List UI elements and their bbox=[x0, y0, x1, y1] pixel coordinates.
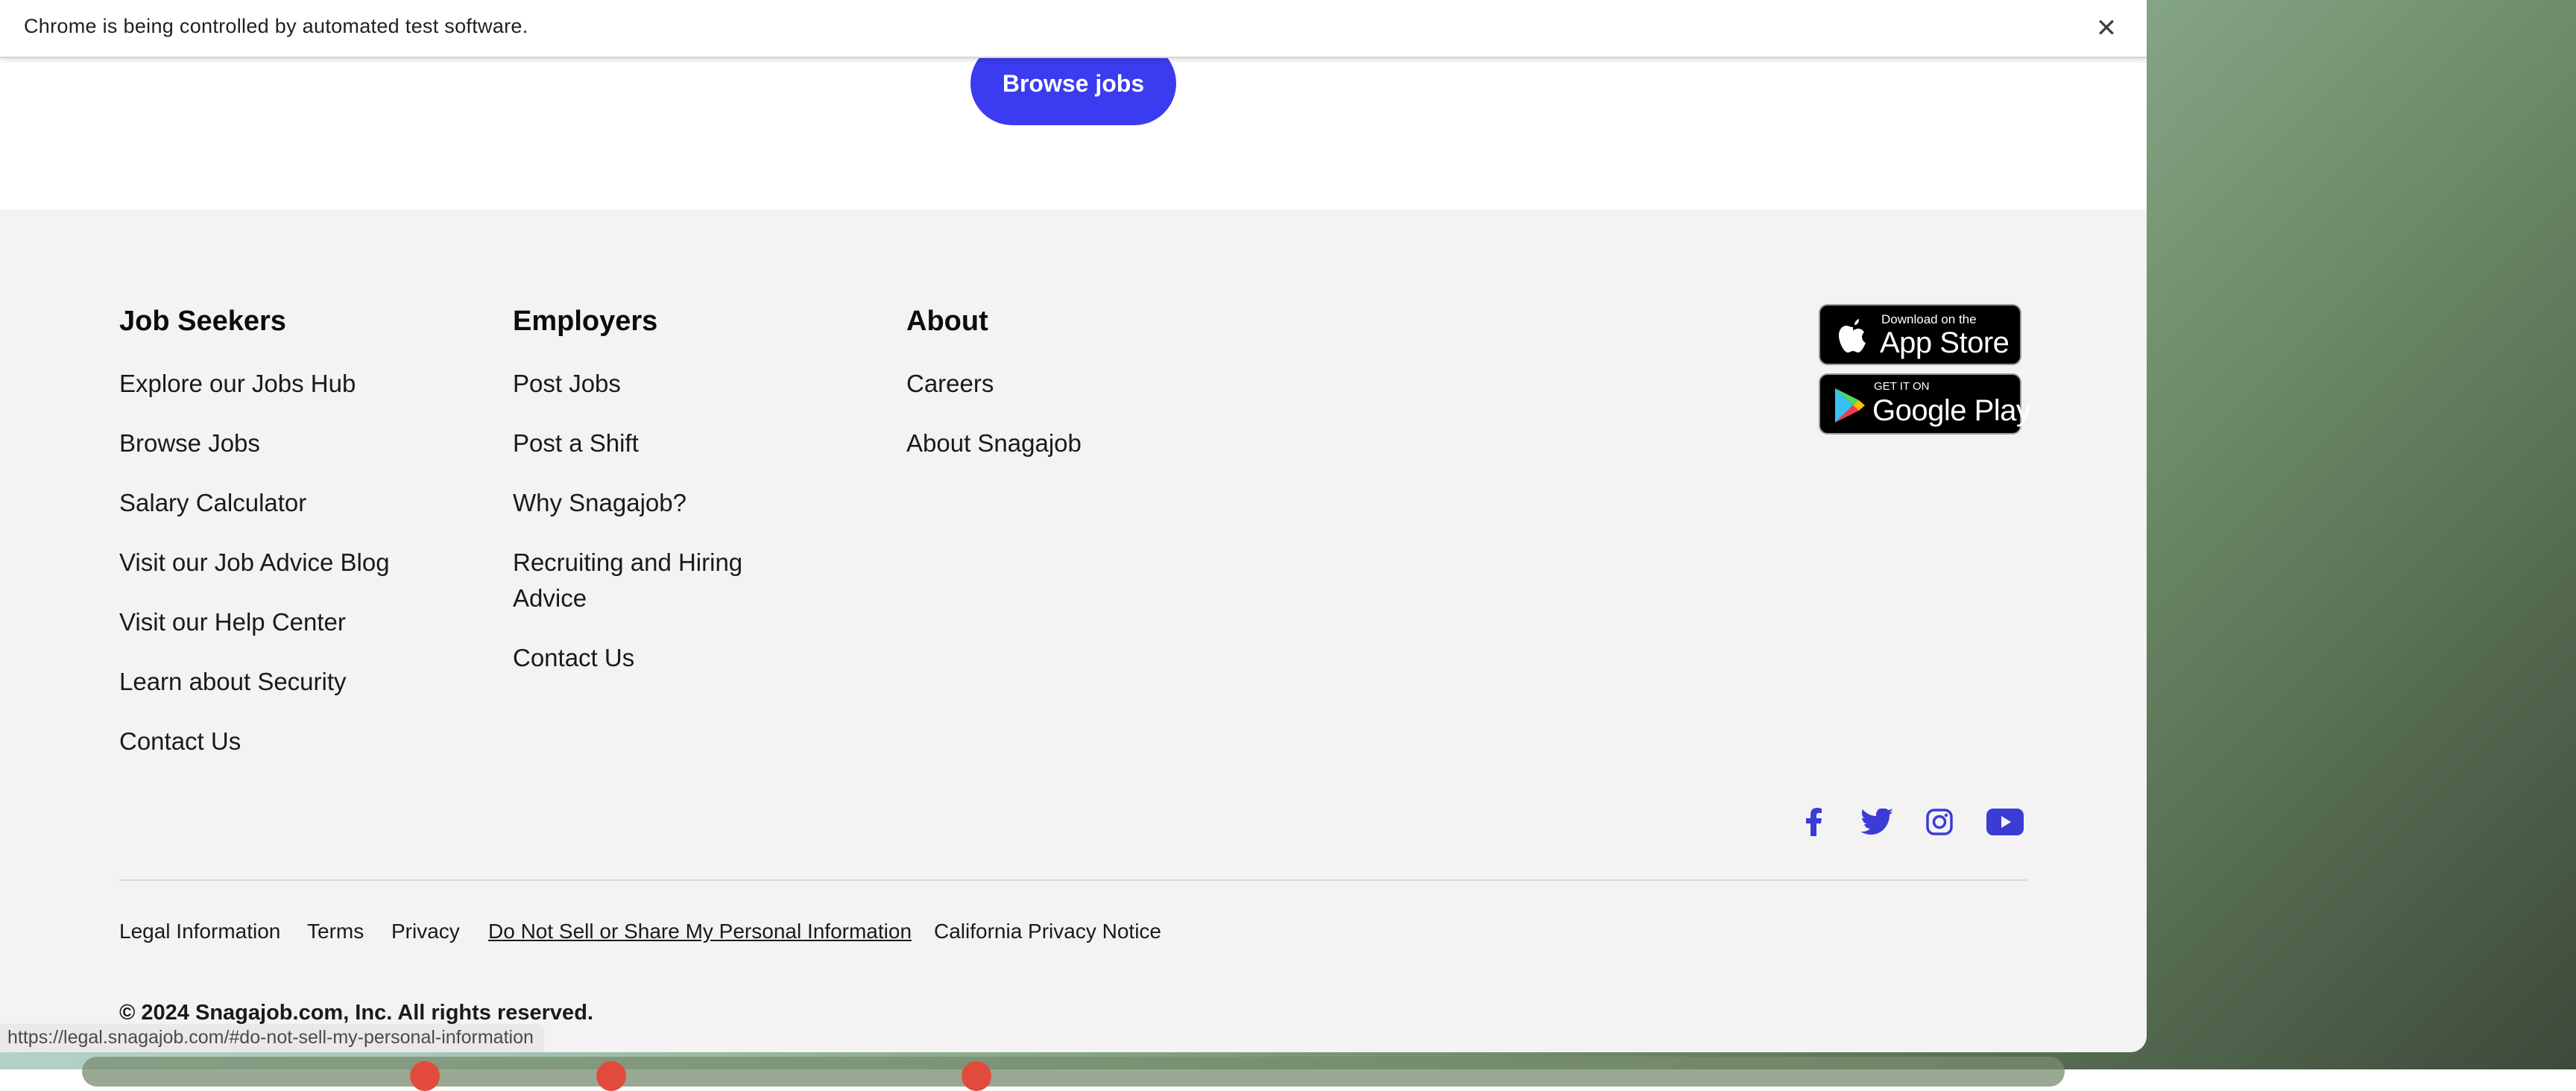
automation-infobar: Chrome is being controlled by automated … bbox=[0, 0, 2147, 58]
app-store-small-text: Download on the bbox=[1881, 312, 1977, 326]
footer-link-post-jobs[interactable]: Post Jobs bbox=[513, 366, 621, 402]
apple-icon bbox=[1839, 319, 1866, 352]
legal-link-terms[interactable]: Terms bbox=[307, 920, 364, 943]
dock bbox=[82, 1057, 2065, 1091]
google-play-badge[interactable]: GET IT ON Google Play bbox=[1819, 373, 2031, 434]
close-icon[interactable]: ✕ bbox=[2090, 12, 2123, 45]
dock-app-icon[interactable] bbox=[410, 1061, 440, 1091]
footer-link-job-advice-blog[interactable]: Visit our Job Advice Blog bbox=[119, 545, 390, 581]
footer-link-contact-us[interactable]: Contact Us bbox=[119, 724, 241, 759]
status-bar-url: https://legal.snagajob.com/#do-not-sell-… bbox=[0, 1024, 544, 1052]
footer-link-jobs-hub[interactable]: Explore our Jobs Hub bbox=[119, 366, 356, 402]
dock-app-icon[interactable] bbox=[962, 1061, 991, 1091]
dock-app-icon[interactable] bbox=[596, 1061, 626, 1091]
browser-window: Chrome is being controlled by automated … bbox=[0, 0, 2147, 1052]
infobar-message: Chrome is being controlled by automated … bbox=[24, 15, 528, 37]
footer-link-security[interactable]: Learn about Security bbox=[119, 664, 347, 700]
app-store-badge[interactable]: Download on the App Store bbox=[1819, 304, 2021, 365]
footer-link-about-snagajob[interactable]: About Snagajob bbox=[906, 426, 1082, 461]
footer-link-contact-us[interactable]: Contact Us bbox=[513, 640, 634, 676]
youtube-icon[interactable] bbox=[1983, 803, 2027, 841]
site-footer: Job Seekers Explore our Jobs Hub Browse … bbox=[0, 209, 2147, 1052]
google-play-small-text: GET IT ON bbox=[1874, 380, 1930, 393]
legal-link-legal-information[interactable]: Legal Information bbox=[119, 920, 280, 943]
footer-link-post-shift[interactable]: Post a Shift bbox=[513, 426, 639, 461]
column-title: Job Seekers bbox=[119, 306, 286, 337]
footer-link-careers[interactable]: Careers bbox=[906, 366, 994, 402]
copyright-text: © 2024 Snagajob.com, Inc. All rights res… bbox=[119, 1001, 593, 1025]
instagram-icon[interactable] bbox=[1919, 803, 1960, 841]
column-title: About bbox=[906, 306, 988, 337]
app-store-big-text: App Store bbox=[1880, 326, 2010, 359]
legal-link-do-not-sell[interactable]: Do Not Sell or Share My Personal Informa… bbox=[488, 920, 912, 943]
twitter-icon[interactable] bbox=[1856, 803, 1898, 841]
footer-link-why-snagajob[interactable]: Why Snagajob? bbox=[513, 485, 686, 521]
footer-link-recruiting-advice[interactable]: Recruiting and Hiring Advice bbox=[513, 545, 781, 616]
footer-divider bbox=[119, 879, 2027, 881]
footer-link-salary-calculator[interactable]: Salary Calculator bbox=[119, 485, 306, 521]
footer-link-browse-jobs[interactable]: Browse Jobs bbox=[119, 426, 260, 461]
column-title: Employers bbox=[513, 306, 658, 337]
facebook-icon[interactable] bbox=[1793, 803, 1835, 841]
google-play-big-text: Google Play bbox=[1872, 394, 2031, 427]
footer-link-help-center[interactable]: Visit our Help Center bbox=[119, 604, 346, 640]
legal-link-california-privacy[interactable]: California Privacy Notice bbox=[934, 920, 1161, 943]
google-play-icon bbox=[1835, 388, 1865, 423]
legal-link-privacy[interactable]: Privacy bbox=[391, 920, 460, 943]
